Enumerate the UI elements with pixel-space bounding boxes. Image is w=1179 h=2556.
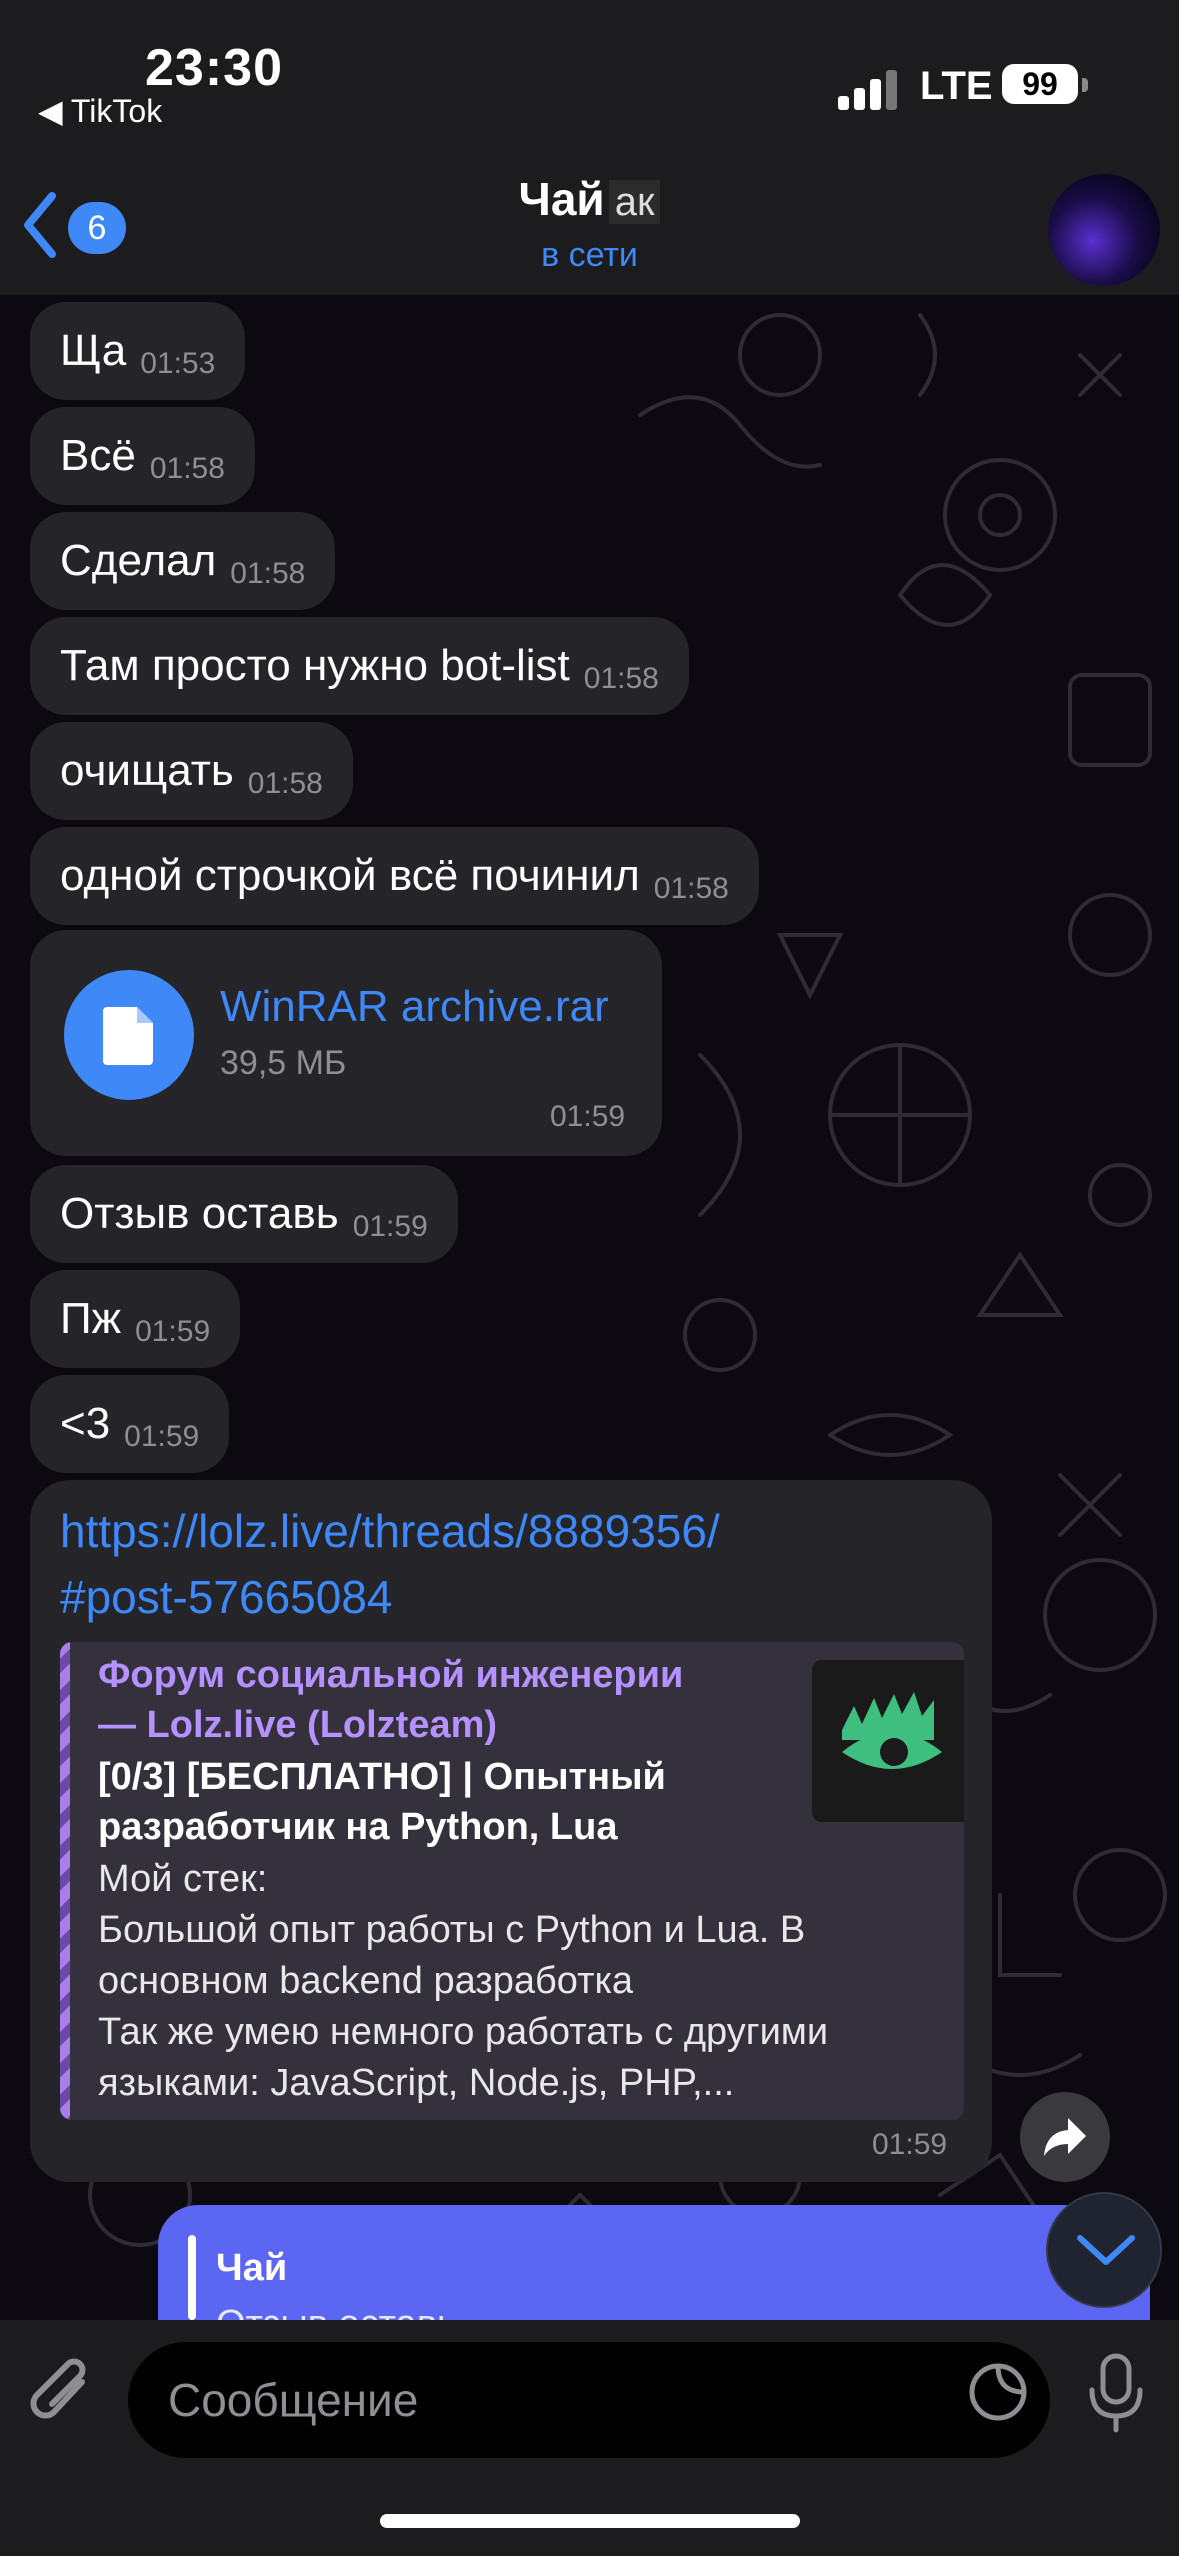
message-time: 01:58 — [247, 767, 323, 800]
forward-button[interactable] — [1020, 2092, 1110, 2182]
link-url-line: https://lolz.live/threads/8889356/ — [60, 1505, 720, 1557]
paperclip-icon[interactable] — [30, 2352, 100, 2432]
preview-description: Мой стек: Большой опыт работы с Python и… — [98, 1854, 958, 2109]
link-preview[interactable]: Форум социальной инженерии — Lolz.live (… — [60, 1642, 964, 2120]
message-text: Там просто нужно bot-list — [60, 641, 570, 690]
preview-desc-line: Так же умею немного работать с другими — [98, 2011, 829, 2053]
message-text: Сделал — [60, 536, 217, 585]
message-bubble[interactable]: Там просто нужно bot-list 01:58 — [30, 617, 689, 715]
battery-tip — [1082, 78, 1088, 92]
message-bubble[interactable]: Отзыв оставь 01:59 — [30, 1165, 458, 1263]
network-type: LTE — [920, 64, 993, 108]
message-bubble[interactable]: Сделал 01:58 — [30, 512, 336, 610]
preview-site-name: Форум социальной инженерии — Lolz.live (… — [98, 1650, 748, 1750]
chat-title-tag: ак — [608, 180, 661, 224]
message-time: 01:59 — [872, 2128, 948, 2161]
message-input[interactable] — [128, 2342, 1050, 2458]
message-time: 01:59 — [550, 1100, 626, 1133]
reply-quote: Отзыв оставь — [216, 2303, 457, 2320]
message-bubble[interactable]: одной строчкой всё починил 01:58 — [30, 827, 759, 925]
message-time: 01:58 — [583, 662, 659, 695]
preview-desc-line: языками: JavaScript, Node.js, PHP,... — [98, 2062, 735, 2104]
file-name[interactable]: WinRAR archive.rar — [220, 982, 609, 1032]
preview-title: [0/3] [БЕСПЛАТНО] | Опытный разработчик … — [98, 1752, 778, 1852]
status-bar: 23:30 ◀ TikTok LTE 99 — [0, 0, 1179, 150]
preview-accent-bar — [60, 1642, 70, 2120]
battery-icon: 99 — [1002, 64, 1078, 104]
message-text: Отзыв оставь — [60, 1189, 339, 1238]
message-text: Ща — [60, 326, 127, 375]
chat-header: 6 Чай ак в сети — [0, 150, 1179, 296]
lolz-logo-icon — [842, 1692, 942, 1769]
message-time: 01:58 — [653, 872, 729, 905]
link-url-line: #post-57665084 — [60, 1571, 393, 1623]
reply-author: Чай — [216, 2247, 288, 2289]
message-link[interactable]: https://lolz.live/threads/8889356/ #post… — [60, 1498, 940, 1630]
sticker-icon[interactable] — [966, 2360, 1030, 2424]
message-bubble[interactable]: очищать 01:58 — [30, 722, 353, 820]
preview-site-line: Форум социальной инженерии — [98, 1654, 684, 1696]
back-to-app-link[interactable]: ◀ TikTok — [38, 92, 162, 130]
preview-desc-line: Большой опыт работы с Python и Lua. В — [98, 1909, 806, 1951]
clock: 23:30 — [145, 39, 283, 97]
message-bubble[interactable]: Всё 01:58 — [30, 407, 255, 505]
file-message[interactable]: WinRAR archive.rar 39,5 МБ 01:59 — [30, 930, 662, 1156]
message-bubble[interactable]: Ща 01:53 — [30, 302, 246, 400]
message-time: 01:59 — [352, 1210, 428, 1243]
reply-accent-bar — [188, 2235, 196, 2320]
preview-desc-line: Мой стек: — [98, 1858, 268, 1900]
file-download-button[interactable] — [64, 970, 194, 1100]
cellular-signal-icon — [838, 70, 898, 110]
scroll-to-bottom-button[interactable] — [1046, 2192, 1162, 2308]
message-time: 01:53 — [140, 347, 216, 380]
file-size: 39,5 МБ — [220, 1044, 347, 1082]
message-bubble[interactable]: Пж 01:59 — [30, 1270, 241, 1368]
chat-title-area[interactable]: Чай ак — [0, 172, 1179, 226]
preview-title-line: [0/3] [БЕСПЛАТНО] | Опытный — [98, 1756, 666, 1798]
message-time: 01:59 — [135, 1315, 211, 1348]
avatar[interactable] — [1048, 174, 1160, 286]
message-text: Всё — [60, 431, 136, 480]
chat-title: Чай — [518, 173, 605, 225]
preview-thumbnail — [812, 1660, 964, 1822]
link-message[interactable]: https://lolz.live/threads/8889356/ #post… — [30, 1480, 992, 2182]
home-indicator — [380, 2514, 800, 2528]
message-text: <3 — [60, 1399, 111, 1448]
preview-title-line: разработчик на Python, Lua — [98, 1806, 618, 1848]
preview-desc-line: основном backend разработка — [98, 1960, 634, 2002]
message-bubble[interactable]: <3 01:59 — [30, 1375, 230, 1473]
online-status: в сети — [541, 236, 638, 274]
message-time: 01:58 — [149, 452, 225, 485]
outgoing-message[interactable]: Чай Отзыв оставь — [158, 2205, 1150, 2320]
message-time: 01:58 — [230, 557, 306, 590]
message-text: очищать — [60, 746, 234, 795]
microphone-icon[interactable] — [1086, 2352, 1146, 2436]
preview-site-line: — Lolz.live (Lolzteam) — [98, 1704, 498, 1746]
message-time: 01:59 — [124, 1420, 200, 1453]
document-icon — [103, 1007, 153, 1065]
share-arrow-icon — [1044, 2118, 1086, 2156]
message-text: Пж — [60, 1294, 122, 1343]
message-text: одной строчкой всё починил — [60, 851, 640, 900]
chevron-down-icon — [1077, 2235, 1135, 2265]
